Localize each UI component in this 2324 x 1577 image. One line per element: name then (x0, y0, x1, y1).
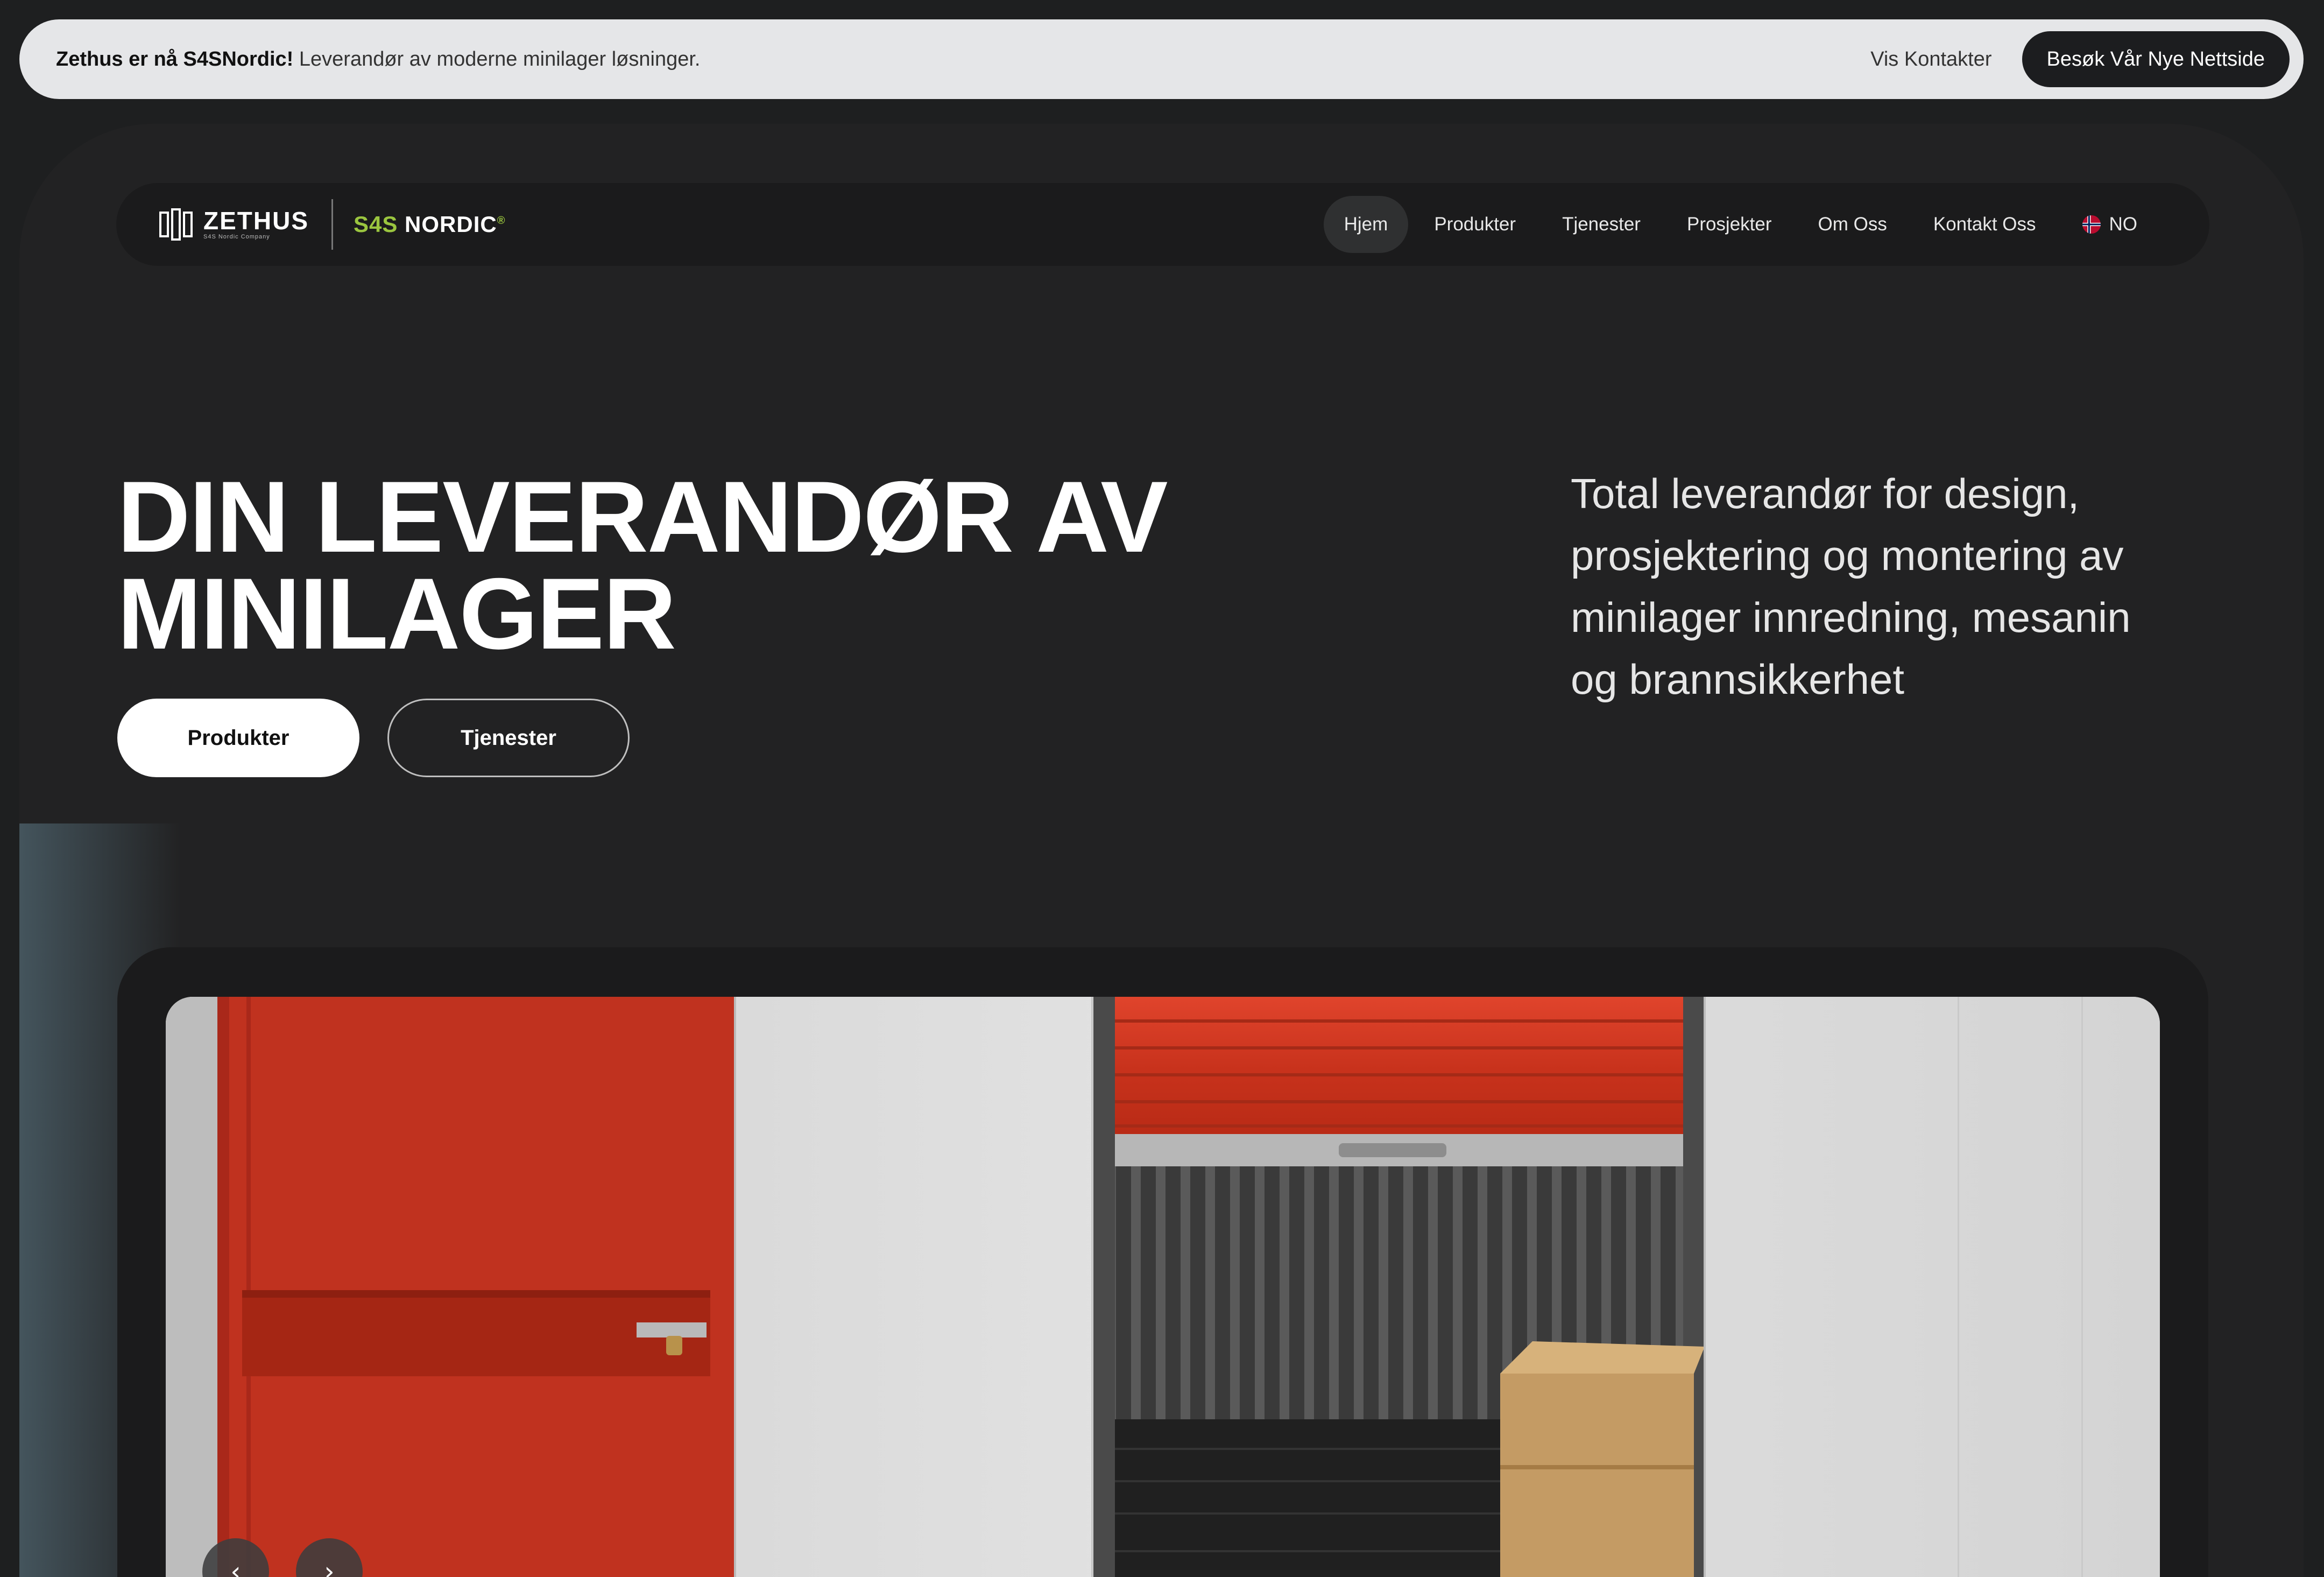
main-card: ZETHUS S4S Nordic Company S4S NORDIC® Hj… (19, 124, 2304, 1577)
nav-item-contact[interactable]: Kontakt Oss (1913, 196, 2057, 253)
nav-item-about[interactable]: Om Oss (1798, 196, 1908, 253)
announcement-bar: Zethus er nå S4SNordic! Leverandør av mo… (19, 19, 2304, 99)
nav-item-services[interactable]: Tjenester (1542, 196, 1661, 253)
announcement-text: Zethus er nå S4SNordic! Leverandør av mo… (56, 48, 700, 71)
show-contacts-link[interactable]: Vis Kontakter (1870, 48, 1991, 71)
announcement-message: Leverandør av moderne minilager løsninge… (293, 47, 701, 71)
hero-title-line-1: DIN LEVERANDØR AV (117, 460, 1168, 573)
hero-image-frame: ‹ › (117, 947, 2208, 1577)
nav-item-home[interactable]: Hjem (1323, 196, 1409, 253)
storage-units-image: ‹ › (166, 997, 2160, 1577)
zethus-subtitle: S4S Nordic Company (203, 234, 270, 240)
zethus-logo-icon (159, 208, 193, 241)
s4s-registered-mark: ® (497, 215, 506, 227)
visit-new-site-button[interactable]: Besøk Vår Nye Nettside (2022, 31, 2290, 87)
zethus-wordmark: ZETHUS S4S Nordic Company (203, 208, 309, 241)
s4s-name: NORDIC (398, 212, 497, 237)
announcement-brand: Zethus er nå S4SNordic! (56, 47, 294, 71)
language-code: NO (2109, 214, 2138, 235)
logo-divider (331, 199, 333, 250)
logo-link[interactable]: ZETHUS S4S Nordic Company S4S NORDIC® (159, 183, 505, 266)
services-button[interactable]: Tjenester (387, 699, 630, 777)
language-selector[interactable]: NO (2062, 196, 2158, 253)
products-button[interactable]: Produkter (117, 699, 359, 777)
hero-description: Total leverandør for design, prosjekteri… (1571, 470, 2131, 703)
norway-flag-icon (2082, 215, 2101, 234)
s4s-nordic-wordmark: S4S NORDIC® (354, 212, 505, 237)
chevron-right-icon: › (324, 1557, 335, 1577)
zethus-name: ZETHUS (203, 207, 309, 235)
nav-item-projects[interactable]: Prosjekter (1666, 196, 1792, 253)
chevron-left-icon: ‹ (230, 1557, 241, 1577)
hero-title: DIN LEVERANDØR AV MINILAGER (117, 466, 1168, 664)
storage-units-illustration (166, 997, 2160, 1577)
hero-title-line-2: MINILAGER (117, 557, 676, 670)
navbar: ZETHUS S4S Nordic Company S4S NORDIC® Hj… (116, 183, 2209, 266)
nav-item-products[interactable]: Produkter (1414, 196, 1536, 253)
s4s-prefix: S4S (354, 212, 398, 237)
main-menu: Hjem Produkter Tjenester Prosjekter Om O… (1323, 196, 2158, 253)
